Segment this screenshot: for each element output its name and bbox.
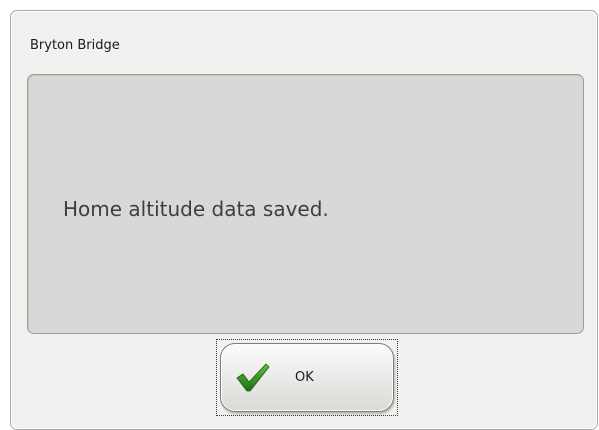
- checkmark-icon: [236, 363, 270, 392]
- ok-button-label: OK: [295, 370, 314, 385]
- dialog-message: Home altitude data saved.: [63, 197, 329, 221]
- dialog-window: Bryton Bridge Home altitude data saved. …: [0, 0, 599, 430]
- dialog-title: Bryton Bridge: [30, 38, 120, 53]
- ok-button[interactable]: OK: [220, 343, 394, 412]
